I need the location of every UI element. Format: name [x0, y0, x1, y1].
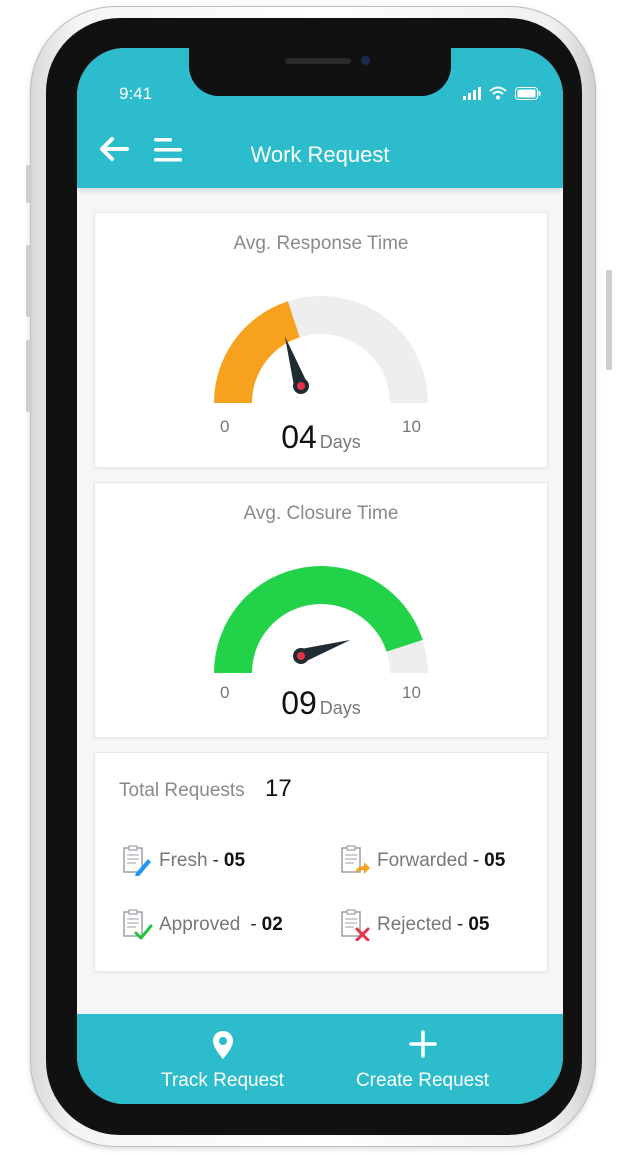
app-screen: 9:41 Work Request Avg. Response Time 0 1…: [77, 48, 563, 1104]
rejected-separator: -: [457, 914, 464, 935]
total-requests-count: 17: [265, 775, 292, 802]
closure-time-card: Avg. Closure Time 0 10 09 Days: [94, 482, 548, 738]
signal-icon: [463, 87, 481, 100]
battery-icon: [515, 87, 541, 100]
closure-time-title: Avg. Closure Time: [243, 503, 399, 524]
total-requests-card: Total Requests 17 Fresh - 05 Forwarded -…: [94, 752, 548, 972]
plus-icon: [408, 1030, 437, 1058]
forwarded-label: Forwarded: [377, 850, 468, 871]
create-request-label: Create Request: [355, 1070, 490, 1091]
response-days-unit: Days: [319, 432, 361, 452]
closure-gauge-value: 09 Days: [95, 685, 547, 722]
gauge-fill: [214, 566, 423, 674]
fresh-count: 05: [223, 850, 246, 871]
forwarded-count: 05: [484, 850, 506, 871]
total-requests-label: Total Requests: [119, 780, 245, 801]
volume-down-button: [26, 340, 32, 412]
response-time-gauge: [214, 296, 428, 404]
gauge-fill: [214, 301, 301, 404]
location-pin-icon: [212, 1031, 233, 1059]
wifi-icon: [489, 86, 507, 100]
forwarded-requests-item[interactable]: Forwarded - 05: [339, 845, 505, 877]
volume-up-button: [26, 245, 32, 317]
front-camera: [361, 56, 370, 65]
rejected-label: Rejected: [377, 914, 452, 935]
closure-time-gauge: [214, 566, 428, 674]
approved-doc-icon: [123, 909, 153, 940]
gauge-needle-dot: [297, 652, 305, 660]
response-days-number: 04: [281, 419, 317, 455]
fresh-doc-icon: [123, 845, 151, 876]
status-icons: [463, 86, 541, 100]
approved-separator: -: [250, 914, 257, 935]
notch: [189, 48, 451, 96]
approved-label: Approved: [159, 914, 241, 935]
create-request-button[interactable]: Create Request: [301, 1014, 544, 1104]
forwarded-doc-icon: [341, 845, 370, 874]
closure-days-number: 09: [281, 685, 317, 721]
forwarded-separator: -: [472, 850, 480, 871]
response-time-title: Avg. Response Time: [233, 233, 409, 254]
response-time-card: Avg. Response Time 0 10 04 Days: [94, 212, 548, 468]
fresh-requests-item[interactable]: Fresh - 05: [121, 845, 245, 877]
speaker: [285, 58, 351, 64]
status-time: 9:41: [119, 84, 153, 103]
power-button: [606, 270, 612, 370]
rejected-requests-item[interactable]: Rejected - 05: [339, 909, 489, 941]
closure-days-unit: Days: [319, 698, 361, 718]
page-title: Work Request: [250, 142, 390, 167]
approved-requests-item[interactable]: Approved - 02: [121, 909, 283, 941]
response-gauge-value: 04 Days: [95, 419, 547, 456]
rejected-count: 05: [468, 914, 490, 935]
rejected-doc-icon: [341, 909, 370, 941]
approved-count: 02: [261, 914, 283, 935]
mute-switch: [26, 165, 32, 203]
gauge-needle-dot: [297, 382, 305, 390]
fresh-separator: -: [212, 850, 219, 871]
fresh-label: Fresh: [159, 850, 208, 871]
bottom-nav: Track Request Create Request: [77, 1014, 563, 1104]
